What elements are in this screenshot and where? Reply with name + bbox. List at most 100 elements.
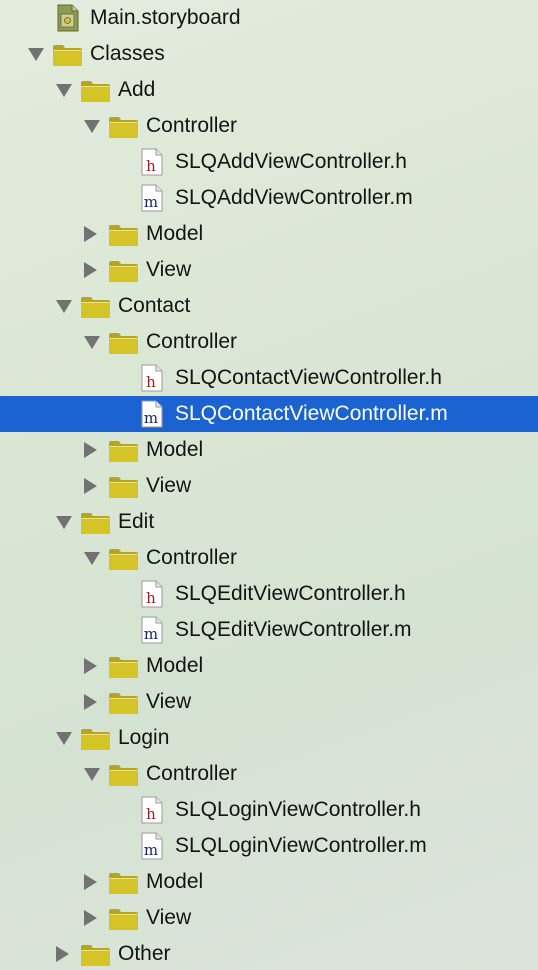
tree-item-label: Other	[118, 942, 171, 965]
tree-item-slqeditviewcontroller-h[interactable]: h SLQEditViewController.h	[0, 576, 538, 612]
tree-item-contact[interactable]: Contact	[0, 288, 538, 324]
folder-icon	[108, 259, 139, 283]
folder-icon	[108, 907, 139, 931]
tree-item-slqcontactviewcontroller-m[interactable]: m SLQContactViewController.m	[0, 396, 538, 432]
tree-item-label: Controller	[146, 762, 238, 785]
tree-item-add-model[interactable]: Model	[0, 216, 538, 252]
tree-item-label: View	[146, 906, 192, 929]
tree-item-label: Add	[118, 78, 156, 101]
tree-item-other[interactable]: Other	[0, 936, 538, 970]
disclosure-triangle-collapsed-icon[interactable]	[84, 874, 97, 890]
objc-source-file-icon: m	[139, 832, 169, 860]
tree-item-add-controller[interactable]: Controller	[0, 108, 538, 144]
tree-item-label: SLQContactViewController.m	[175, 402, 448, 425]
tree-item-slqloginviewcontroller-h[interactable]: h SLQLoginViewController.h	[0, 792, 538, 828]
tree-item-main-storyboard[interactable]: Main.storyboard	[0, 0, 538, 36]
tree-item-label: Edit	[118, 510, 155, 533]
disclosure-triangle-expanded-icon[interactable]	[56, 516, 72, 529]
tree-item-login[interactable]: Login	[0, 720, 538, 756]
project-navigator-tree: Main.storyboard Classes Add Controller h SLQA…	[0, 0, 538, 970]
folder-icon	[108, 223, 139, 247]
folder-icon	[108, 547, 139, 571]
header-file-icon: h	[139, 148, 169, 176]
objc-source-file-icon: m	[139, 616, 169, 644]
disclosure-triangle-expanded-icon[interactable]	[28, 48, 44, 61]
svg-text:h: h	[146, 373, 156, 391]
folder-icon	[108, 439, 139, 463]
tree-item-contact-controller[interactable]: Controller	[0, 324, 538, 360]
disclosure-triangle-collapsed-icon[interactable]	[84, 478, 97, 494]
svg-text:m: m	[144, 841, 158, 859]
disclosure-triangle-expanded-icon[interactable]	[84, 552, 100, 565]
folder-icon	[108, 691, 139, 715]
folder-icon	[80, 79, 111, 103]
tree-item-login-model[interactable]: Model	[0, 864, 538, 900]
tree-item-login-view[interactable]: View	[0, 900, 538, 936]
tree-item-edit-controller[interactable]: Controller	[0, 540, 538, 576]
tree-item-label: SLQEditViewController.m	[175, 618, 412, 641]
tree-item-label: Model	[146, 870, 204, 893]
tree-item-label: View	[146, 474, 192, 497]
tree-item-edit-model[interactable]: Model	[0, 648, 538, 684]
tree-item-label: Model	[146, 222, 204, 245]
svg-text:h: h	[146, 157, 156, 175]
disclosure-triangle-collapsed-icon[interactable]	[84, 658, 97, 674]
objc-source-file-icon: m	[139, 400, 169, 428]
header-file-icon: h	[139, 796, 169, 824]
disclosure-triangle-expanded-icon[interactable]	[56, 732, 72, 745]
storyboard-icon	[55, 4, 85, 32]
svg-text:m: m	[144, 409, 158, 427]
disclosure-triangle-expanded-icon[interactable]	[56, 84, 72, 97]
disclosure-triangle-expanded-icon[interactable]	[84, 336, 100, 349]
tree-item-label: Controller	[146, 546, 238, 569]
tree-item-slqaddviewcontroller-h[interactable]: h SLQAddViewController.h	[0, 144, 538, 180]
disclosure-triangle-collapsed-icon[interactable]	[84, 442, 97, 458]
folder-icon	[80, 511, 111, 535]
tree-item-contact-model[interactable]: Model	[0, 432, 538, 468]
tree-item-label: Controller	[146, 114, 238, 137]
tree-item-label: Main.storyboard	[90, 6, 241, 29]
tree-item-slqaddviewcontroller-m[interactable]: m SLQAddViewController.m	[0, 180, 538, 216]
tree-item-label: Model	[146, 438, 204, 461]
tree-item-label: SLQLoginViewController.m	[175, 834, 427, 857]
tree-item-label: View	[146, 258, 192, 281]
tree-item-slqeditviewcontroller-m[interactable]: m SLQEditViewController.m	[0, 612, 538, 648]
tree-item-label: Classes	[90, 42, 165, 65]
tree-item-add-view[interactable]: View	[0, 252, 538, 288]
disclosure-triangle-expanded-icon[interactable]	[56, 300, 72, 313]
tree-item-label: SLQAddViewController.m	[175, 186, 413, 209]
disclosure-triangle-collapsed-icon[interactable]	[56, 946, 69, 962]
tree-item-label: Controller	[146, 330, 238, 353]
svg-text:h: h	[146, 805, 156, 823]
folder-icon	[80, 727, 111, 751]
tree-item-slqloginviewcontroller-m[interactable]: m SLQLoginViewController.m	[0, 828, 538, 864]
folder-icon	[80, 295, 111, 319]
tree-item-edit[interactable]: Edit	[0, 504, 538, 540]
tree-item-label: SLQEditViewController.h	[175, 582, 406, 605]
tree-item-label: Contact	[118, 294, 191, 317]
disclosure-triangle-collapsed-icon[interactable]	[84, 694, 97, 710]
objc-source-file-icon: m	[139, 184, 169, 212]
folder-icon	[108, 475, 139, 499]
tree-item-login-controller[interactable]: Controller	[0, 756, 538, 792]
tree-item-slqcontactviewcontroller-h[interactable]: h SLQContactViewController.h	[0, 360, 538, 396]
disclosure-triangle-collapsed-icon[interactable]	[84, 910, 97, 926]
header-file-icon: h	[139, 364, 169, 392]
tree-item-add[interactable]: Add	[0, 72, 538, 108]
folder-icon	[108, 763, 139, 787]
disclosure-triangle-expanded-icon[interactable]	[84, 120, 100, 133]
folder-icon	[108, 115, 139, 139]
tree-item-contact-view[interactable]: View	[0, 468, 538, 504]
header-file-icon: h	[139, 580, 169, 608]
disclosure-triangle-collapsed-icon[interactable]	[84, 262, 97, 278]
tree-item-label: SLQLoginViewController.h	[175, 798, 421, 821]
folder-icon	[108, 331, 139, 355]
folder-icon	[80, 943, 111, 967]
folder-icon	[108, 871, 139, 895]
disclosure-triangle-collapsed-icon[interactable]	[84, 226, 97, 242]
tree-item-classes[interactable]: Classes	[0, 36, 538, 72]
tree-item-edit-view[interactable]: View	[0, 684, 538, 720]
disclosure-triangle-expanded-icon[interactable]	[84, 768, 100, 781]
svg-text:m: m	[144, 193, 158, 211]
tree-item-label: Model	[146, 654, 204, 677]
